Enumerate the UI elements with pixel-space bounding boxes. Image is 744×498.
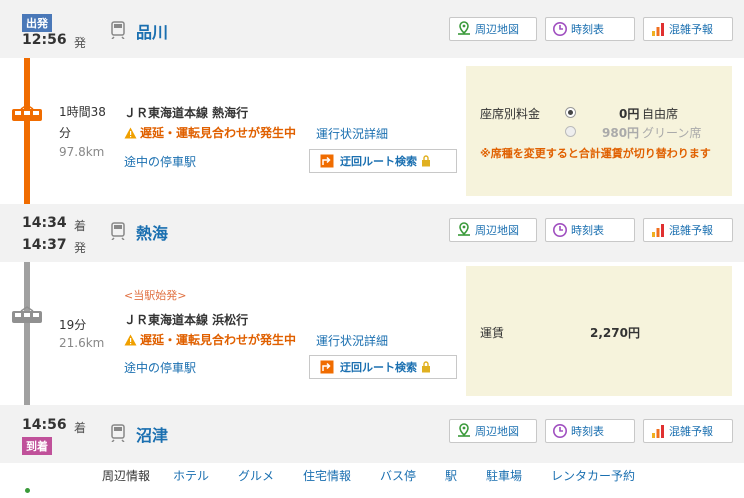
segment1-duration-min: 分 (59, 126, 72, 140)
crowd-forecast-button[interactable]: 混雑予報 (643, 419, 733, 443)
free-seat-type: 自由席 (642, 107, 679, 121)
map-button-label: 周辺地図 (475, 224, 519, 237)
detour-icon (320, 154, 334, 168)
seat-change-note: ※席種を変更すると合計運賃が切り替わります (480, 147, 711, 160)
segment2-duration: 19分 (59, 318, 87, 332)
transfer-arrival-suffix: 着 (74, 219, 87, 233)
green-seat-price: 980円 (602, 126, 640, 140)
crowd-forecast-button[interactable]: 混雑予報 (643, 218, 733, 242)
segment1-stops-link[interactable]: 途中の停車駅 (124, 153, 196, 170)
seat-fare-box: 座席別料金 0円 自由席 980円 グリーン席 ※席種を変更すると合計運賃が切り… (466, 66, 732, 196)
transfer-departure-suffix: 発 (74, 241, 87, 255)
map-button[interactable]: 周辺地図 (449, 218, 537, 242)
arrival-time: 14:56 (22, 417, 67, 433)
origin-station-note: <当駅始発> (124, 289, 187, 302)
station-name-shinagawa[interactable]: 品川 (136, 19, 168, 43)
fare-amount: 2,270円 (590, 326, 640, 340)
timetable-button[interactable]: 時刻表 (545, 17, 635, 41)
timetable-button-label: 時刻表 (571, 224, 604, 237)
train-icon (111, 222, 125, 240)
segment2-status-link[interactable]: 運行状況詳細 (316, 332, 388, 349)
train-orange-icon (12, 104, 42, 121)
departure-badge: 出発 (22, 14, 52, 32)
nearby-link-rental-car[interactable]: レンタカー予約 (551, 467, 635, 484)
lock-icon (422, 155, 430, 167)
green-seat-type: グリーン席 (642, 126, 702, 140)
map-pin-icon (458, 21, 470, 35)
segment1-duration: 1時間38 (59, 105, 106, 119)
bar-chart-icon (652, 224, 664, 237)
station-name-numazu[interactable]: 沼津 (136, 422, 168, 446)
station-name-atami[interactable]: 熱海 (136, 220, 168, 244)
train-icon (111, 21, 125, 39)
radio-green-seat[interactable] (565, 126, 576, 137)
timetable-button[interactable]: 時刻表 (545, 419, 635, 443)
route-line-gray (24, 262, 30, 405)
crowd-forecast-button-label: 混雑予報 (669, 23, 713, 36)
segment1-delay: 遅延・運転見合わせが発生中 (124, 124, 296, 141)
bar-chart-icon (652, 425, 664, 438)
segment2-delay-text: 遅延・運転見合わせが発生中 (140, 333, 297, 347)
departure-suffix: 発 (74, 36, 87, 50)
map-button[interactable]: 周辺地図 (449, 17, 537, 41)
segment2-stops-link[interactable]: 途中の停車駅 (124, 359, 196, 376)
nearby-link-bus-stop[interactable]: バス停 (380, 467, 416, 484)
free-seat-price: 0円 (619, 107, 640, 121)
route-line-orange (24, 58, 30, 204)
clock-icon (553, 223, 567, 237)
segment2-detour-label: 迂回ルート検索 (340, 361, 417, 374)
segment2-line-name[interactable]: ＪＲ東海道本線 浜松行 (124, 311, 248, 328)
nearby-link-gourmet[interactable]: グルメ (238, 467, 274, 484)
map-button-label: 周辺地図 (475, 425, 519, 438)
timetable-button-label: 時刻表 (571, 425, 604, 438)
segment1-detour-button[interactable]: 迂回ルート検索 (309, 149, 457, 173)
crowd-forecast-button[interactable]: 混雑予報 (643, 17, 733, 41)
fare-box: 運賃 2,270円 (466, 266, 732, 396)
segment2-detour-button[interactable]: 迂回ルート検索 (309, 355, 457, 379)
segment2-delay: 遅延・運転見合わせが発生中 (124, 331, 296, 348)
clock-icon (553, 424, 567, 438)
segment1-detour-label: 迂回ルート検索 (340, 155, 417, 168)
timetable-button-label: 時刻表 (571, 23, 604, 36)
timetable-button[interactable]: 時刻表 (545, 218, 635, 242)
map-pin-icon (458, 222, 470, 236)
lock-icon (422, 361, 430, 373)
map-button-label: 周辺地図 (475, 23, 519, 36)
arrival-suffix: 着 (74, 421, 87, 435)
clock-icon (553, 22, 567, 36)
departure-time: 12:56 (22, 32, 67, 48)
map-button[interactable]: 周辺地図 (449, 419, 537, 443)
segment1-delay-text: 遅延・運転見合わせが発生中 (140, 126, 297, 140)
route-end-dot (25, 488, 30, 493)
nearby-link-station[interactable]: 駅 (445, 467, 457, 484)
nearby-link-parking[interactable]: 駐車場 (486, 467, 522, 484)
bar-chart-icon (652, 23, 664, 36)
fare-label: 運賃 (480, 326, 505, 340)
radio-free-seat[interactable] (565, 107, 576, 118)
map-pin-icon (458, 423, 470, 437)
segment2-distance: 21.6km (59, 336, 105, 350)
train-icon (111, 424, 125, 442)
crowd-forecast-button-label: 混雑予報 (669, 224, 713, 237)
warning-icon (124, 334, 137, 345)
arrival-badge: 到着 (22, 437, 52, 455)
seat-fare-label: 座席別料金 (480, 107, 541, 121)
transfer-arrival-time: 14:34 (22, 215, 67, 231)
nearby-link-housing[interactable]: 住宅情報 (303, 467, 351, 484)
nearby-link-hotel[interactable]: ホテル (173, 467, 209, 484)
detour-icon (320, 360, 334, 374)
nearby-info-label: 周辺情報 (102, 469, 151, 483)
train-gray-icon (12, 306, 42, 323)
segment1-line-name[interactable]: ＪＲ東海道本線 熱海行 (124, 104, 248, 121)
segment1-distance: 97.8km (59, 145, 105, 159)
transfer-departure-time: 14:37 (22, 237, 67, 253)
crowd-forecast-button-label: 混雑予報 (669, 425, 713, 438)
segment1-status-link[interactable]: 運行状況詳細 (316, 125, 388, 142)
warning-icon (124, 127, 137, 138)
